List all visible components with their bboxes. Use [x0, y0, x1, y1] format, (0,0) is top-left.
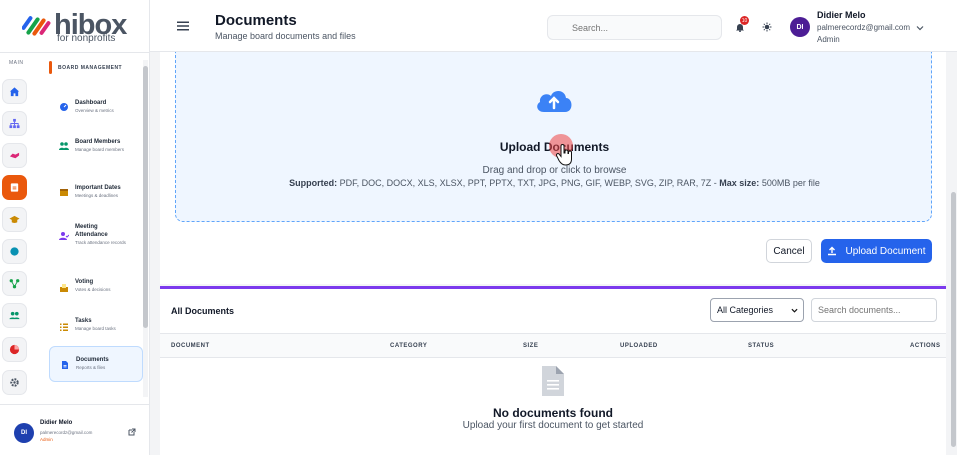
rail-org-button[interactable]: [2, 111, 27, 136]
menu-item-tasks[interactable]: Tasks Manage board tasks: [49, 311, 143, 336]
sun-icon[interactable]: [762, 22, 772, 32]
table-header: DOCUMENT CATEGORY SIZE UPLOADED STATUS A…: [160, 333, 946, 358]
dashboard-icon: [60, 103, 68, 111]
menu-item-meeting-attendance[interactable]: Meeting Attendance Track attendance recor…: [49, 217, 143, 250]
rail-partners-button[interactable]: [2, 143, 27, 168]
user-check-icon: [59, 232, 69, 240]
user-role: Admin: [817, 35, 840, 44]
search-input[interactable]: [547, 15, 722, 40]
empty-state-title: No documents found: [493, 406, 613, 420]
menu-item-dashboard[interactable]: Dashboard Overview & metrics: [49, 93, 143, 118]
board-icon: [10, 183, 19, 192]
chevron-down-icon[interactable]: [916, 24, 924, 32]
hand-cursor-icon: [555, 144, 572, 166]
rail-home-button[interactable]: [2, 79, 27, 104]
rail-reports-button[interactable]: [2, 337, 27, 362]
icon-rail: MAIN: [0, 53, 32, 403]
avatar[interactable]: DI: [790, 17, 810, 37]
brand-tagline: for nonprofits: [57, 33, 116, 44]
list-icon: [60, 323, 68, 331]
category-select[interactable]: All Categories: [710, 298, 804, 322]
sidebar-scrollbar[interactable]: [143, 60, 148, 397]
external-link-icon[interactable]: [128, 428, 136, 436]
column-uploaded[interactable]: UPLOADED: [620, 343, 658, 349]
upload-document-button[interactable]: Upload Document: [821, 239, 932, 263]
menu-item-board-members[interactable]: Board Members Manage board members: [49, 132, 143, 157]
column-document[interactable]: DOCUMENT: [171, 343, 210, 349]
org-chart-icon: [9, 118, 20, 129]
logo[interactable]: hibox for nonprofits: [22, 10, 132, 44]
network-icon: [9, 279, 20, 289]
document-search-input[interactable]: [811, 298, 937, 322]
supported-formats: Supported: PDF, DOC, DOCX, XLS, XLSX, PP…: [289, 178, 820, 188]
rail-network-button[interactable]: [2, 271, 27, 296]
graduation-cap-icon: [9, 215, 20, 223]
hamburger-menu-icon[interactable]: [177, 20, 189, 32]
notification-badge: 10: [740, 16, 749, 25]
menu-item-important-dates[interactable]: Important Dates Meetings & deadlines: [49, 178, 143, 203]
rail-users-button[interactable]: [2, 303, 27, 328]
handshake-icon: [9, 152, 20, 159]
empty-file-icon: [542, 366, 564, 396]
avatar: DI: [14, 423, 34, 443]
users-icon: [59, 142, 69, 150]
main-scroll-thumb[interactable]: [951, 192, 956, 447]
cloud-upload-icon: [537, 90, 572, 112]
file-icon: [62, 361, 68, 369]
rail-board-button[interactable]: [2, 175, 27, 200]
column-size[interactable]: SIZE: [523, 343, 538, 349]
sidebar: hibox for nonprofits MAIN BOARD MANAGEME…: [0, 0, 150, 455]
sidebar-user[interactable]: DI Didier Melo palmerecordz@gmail.com Ad…: [14, 420, 144, 446]
sidebar-scroll-thumb[interactable]: [143, 66, 148, 328]
upload-subtitle: Drag and drop or click to browse: [482, 165, 627, 176]
user-name: Didier Melo: [40, 420, 73, 426]
gear-icon: [10, 378, 19, 387]
cancel-button[interactable]: Cancel: [766, 239, 812, 263]
chevron-down-icon: [791, 308, 798, 313]
vote-box-icon: [60, 284, 68, 292]
user-name: Didier Melo: [817, 10, 866, 20]
circle-icon: [10, 247, 19, 256]
rail-circle-button[interactable]: [2, 239, 27, 264]
documents-title: All Documents: [171, 306, 235, 316]
user-email: palmerecordz@gmail.com: [817, 23, 911, 32]
empty-state-subtitle: Upload your first document to get starte…: [462, 420, 644, 431]
rail-training-button[interactable]: [2, 207, 27, 232]
menu-item-documents[interactable]: Documents Reports & files: [49, 346, 143, 382]
rail-settings-button[interactable]: [2, 370, 27, 395]
column-actions: ACTIONS: [910, 343, 941, 349]
top-header: Documents Manage board documents and fil…: [150, 0, 957, 52]
user-role: Admin: [40, 437, 53, 442]
page-subtitle: Manage board documents and files: [215, 31, 356, 41]
upload-card: Upload Documents Drag and drop or click …: [160, 52, 946, 284]
board-management-menu: BOARD MANAGEMENT Dashboard Overview & met…: [38, 53, 150, 398]
main-scrollbar[interactable]: [950, 52, 957, 455]
calendar-icon: [60, 189, 68, 196]
upload-icon: [828, 246, 837, 256]
menu-item-voting[interactable]: Voting Votes & decisions: [49, 272, 143, 297]
page-title: Documents: [215, 12, 297, 29]
column-category[interactable]: CATEGORY: [390, 343, 427, 349]
hibox-logo-mark-icon: [22, 16, 51, 36]
column-status[interactable]: STATUS: [748, 343, 774, 349]
rail-label: MAIN: [9, 60, 24, 66]
home-icon: [9, 87, 20, 97]
upload-dropzone[interactable]: Upload Documents Drag and drop or click …: [175, 52, 932, 222]
divider: [0, 404, 150, 405]
user-email: palmerecordz@gmail.com: [40, 430, 93, 435]
pie-chart-icon: [9, 344, 20, 355]
menu-header: BOARD MANAGEMENT: [49, 61, 122, 74]
users-icon: [9, 311, 20, 320]
documents-card: All Documents All Categories DOCUMENT CA…: [160, 286, 946, 455]
